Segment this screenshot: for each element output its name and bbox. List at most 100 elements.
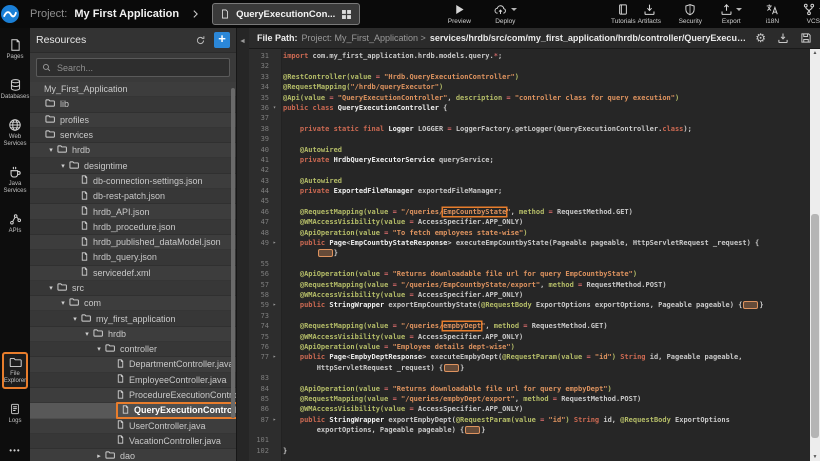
scroll-down-icon[interactable]: ▼ (810, 454, 820, 460)
sidebar-item-databases[interactable]: Databases (2, 74, 28, 105)
code-line[interactable]: 57 @RequestMapping(value = "/queries/Emp… (249, 280, 810, 290)
wavemaker-logo-icon[interactable] (0, 4, 20, 24)
tree-item[interactable]: My_First_Application (30, 82, 236, 97)
tree-item[interactable]: EmployeeController.java (30, 373, 236, 388)
code-line[interactable]: 46 @RequestMapping(value = "/queries/Emp… (249, 207, 810, 217)
expand-arrow-icon[interactable]: ▾ (94, 345, 104, 353)
tree-item[interactable]: UserController.java (30, 419, 236, 434)
fold-toggle-icon[interactable]: ▸ (269, 300, 280, 310)
code-line[interactable]: 58 @WMAccessVisibility(value = AccessSpe… (249, 290, 810, 300)
code-line[interactable]: 35@Api(value = "QueryExecutionController… (249, 93, 810, 103)
fold-toggle-icon[interactable]: ▾ (269, 103, 280, 113)
code-line[interactable]: 102} (249, 446, 810, 456)
code-line[interactable]: 76 @ApiOperation(value = "Employee detai… (249, 342, 810, 352)
tree-item[interactable]: profiles (30, 113, 236, 128)
sidebar-item-file-explorer[interactable]: File Explorer (2, 352, 28, 389)
gear-icon[interactable]: ⚙ (755, 32, 766, 44)
save-icon[interactable] (800, 32, 812, 44)
code-line[interactable]: 73 (249, 311, 810, 321)
code-line[interactable]: 45 (249, 196, 810, 206)
tree-item[interactable]: hrdb_procedure.json (30, 220, 236, 235)
code-line[interactable]: 42 (249, 165, 810, 175)
tree-item[interactable]: ▾my_first_application (30, 311, 236, 326)
scrollbar-thumb[interactable] (811, 214, 819, 438)
code-line[interactable]: 86 @WMAccessVisibility(value = AccessSpe… (249, 404, 810, 414)
expand-arrow-icon[interactable]: ▾ (46, 146, 56, 154)
sidebar-item-web-services[interactable]: Web Services (2, 114, 28, 152)
tree-item[interactable]: hrdb_published_dataModel.json (30, 235, 236, 250)
tree-item[interactable]: ▸dao (30, 449, 236, 461)
code-line[interactable]: 34@RequestMapping("/hrdb/queryExecutor") (249, 82, 810, 92)
security-button[interactable]: Security (677, 3, 703, 25)
tree-item[interactable]: servicedef.xml (30, 266, 236, 281)
code-line[interactable]: 77▸ public Page<EmpbyDeptResponse> execu… (249, 352, 810, 362)
tree-item[interactable]: db-connection-settings.json (30, 174, 236, 189)
scroll-up-icon[interactable]: ▲ (810, 50, 820, 56)
fold-toggle-icon[interactable]: ▸ (269, 238, 280, 248)
code-line[interactable]: 48 @ApiOperation(value = "To fetch emplo… (249, 228, 810, 238)
collapsed-code-icon[interactable] (743, 301, 758, 309)
code-line[interactable]: HttpServletRequest _request) {} (249, 363, 810, 373)
tree-item-selected[interactable]: QueryExecutionController.java (30, 403, 236, 418)
code-line[interactable]: 36▾public class QueryExecutionController… (249, 103, 810, 113)
vcs-button[interactable]: VCS (800, 3, 820, 25)
code-line[interactable]: 87▸ public StringWrapper exportEmpbyDept… (249, 415, 810, 425)
code-line[interactable]: 56 @ApiOperation(value = "Returns downlo… (249, 269, 810, 279)
code-line[interactable]: 49▸ public Page<EmpCountbyStateResponse>… (249, 238, 810, 248)
tree-item[interactable]: lib (30, 97, 236, 112)
tree-item[interactable]: db-rest-patch.json (30, 189, 236, 204)
tree-item[interactable]: DepartmentController.java (30, 357, 236, 372)
fold-toggle-icon[interactable]: ▸ (269, 352, 280, 362)
collapsed-code-icon[interactable] (318, 249, 333, 257)
tree-scrollbar[interactable] (231, 88, 235, 418)
refresh-icon[interactable] (195, 35, 206, 46)
code-line[interactable]: 74 @RequestMapping(value = "/queries/emp… (249, 321, 810, 331)
sidebar-item-pages[interactable]: Pages (2, 34, 28, 65)
tree-item[interactable]: ProcedureExecutionController.java (30, 388, 236, 403)
more-options-button[interactable]: ••• (9, 446, 20, 455)
grid-icon[interactable] (341, 9, 352, 20)
fold-toggle-icon[interactable]: ▸ (269, 415, 280, 425)
code-line[interactable]: 37 (249, 113, 810, 123)
i18n-button[interactable]: i18N (759, 3, 785, 25)
code-line[interactable]: 41 private HrdbQueryExecutorService quer… (249, 155, 810, 165)
sidebar-item-java-services[interactable]: Java Services (2, 161, 28, 199)
collapsed-code-icon[interactable] (465, 426, 480, 434)
collapse-panel-icon[interactable]: ◄ (239, 38, 246, 45)
code-line[interactable]: exportOptions, Pageable pageable) {} (249, 425, 810, 435)
code-line[interactable]: 43 @Autowired (249, 176, 810, 186)
export-button[interactable]: Export (718, 3, 744, 25)
code-editor[interactable]: 31import com.my_first_application.hrdb.m… (249, 49, 820, 461)
code-line[interactable]: 84 @ApiOperation(value = "Returns downlo… (249, 384, 810, 394)
tree-item[interactable]: ▾hrdb (30, 327, 236, 342)
expand-arrow-icon[interactable]: ▾ (82, 330, 92, 338)
sidebar-item-logs[interactable]: Logs (2, 398, 28, 429)
code-line[interactable]: 38 private static final Logger LOGGER = … (249, 124, 810, 134)
code-line[interactable]: 31import com.my_first_application.hrdb.m… (249, 51, 810, 61)
code-line[interactable]: } (249, 248, 810, 258)
tree-item[interactable]: ▾src (30, 281, 236, 296)
tree-item[interactable]: ▾hrdb (30, 143, 236, 158)
tree-item[interactable]: hrdb_API.json (30, 204, 236, 219)
expand-arrow-icon[interactable]: ▾ (58, 299, 68, 307)
search-input[interactable] (55, 62, 224, 74)
code-line[interactable]: 44 private ExportedFileManager exportedF… (249, 186, 810, 196)
expand-arrow-icon[interactable]: ▾ (58, 162, 68, 170)
collapsed-code-icon[interactable] (444, 364, 459, 372)
code-line[interactable]: 85 @RequestMapping(value = "/queries/emp… (249, 394, 810, 404)
sidebar-item-apis[interactable]: APIs (2, 208, 28, 239)
tree-item[interactable]: ▾com (30, 296, 236, 311)
code-line[interactable]: 33@RestController(value = "Hrdb.QueryExe… (249, 72, 810, 82)
code-line[interactable]: 59▸ public StringWrapper exportEmpCountb… (249, 300, 810, 310)
artifacts-button[interactable]: Artifacts (636, 3, 662, 25)
collapse-arrow-icon[interactable]: ▸ (94, 452, 104, 460)
open-file-tab[interactable]: QueryExecutionCon... (212, 3, 360, 25)
code-line[interactable]: 39 (249, 134, 810, 144)
code-line[interactable]: 101 (249, 435, 810, 445)
tutorials-button[interactable]: Tutorials (610, 3, 636, 25)
tree-item[interactable]: ▾controller (30, 342, 236, 357)
tree-item[interactable]: hrdb_query.json (30, 250, 236, 265)
tree-item[interactable]: ▾designtime (30, 158, 236, 173)
editor-scrollbar[interactable]: ▲ ▼ (810, 49, 820, 461)
add-resource-button[interactable]: + (214, 32, 230, 48)
